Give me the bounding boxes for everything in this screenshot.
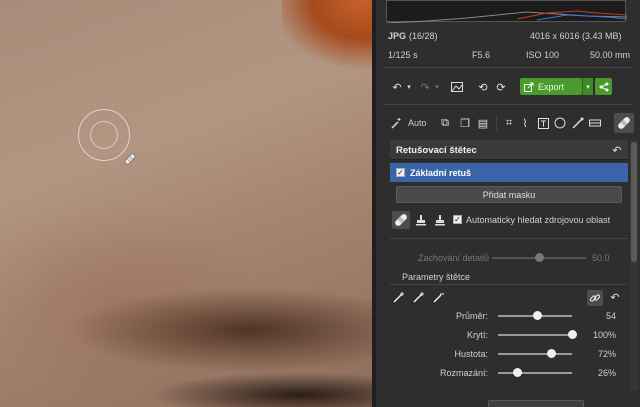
detail-value: 50.0: [592, 253, 610, 263]
param-slider-knob[interactable]: [567, 330, 577, 339]
param-slider-track[interactable]: [498, 334, 572, 336]
scrollbar-thumb[interactable]: [631, 142, 637, 262]
param-slider-track[interactable]: [498, 372, 572, 374]
param-value: 72%: [597, 349, 616, 359]
rotate-left-icon[interactable]: ⟲: [476, 80, 490, 94]
export-button[interactable]: Export: [520, 78, 582, 95]
reset-params-icon[interactable]: ↶: [608, 290, 622, 304]
bandage-icon: [395, 214, 407, 226]
retouch-brush-tool-button[interactable]: [614, 113, 634, 133]
param-value: 26%: [597, 368, 616, 378]
export-label: Export: [538, 81, 565, 92]
reset-tool-icon[interactable]: ↶: [610, 143, 624, 157]
add-mask-label: Přidat masku: [482, 189, 536, 200]
brush-params-title: Parametry štětce: [402, 272, 471, 282]
radial-filter-icon[interactable]: [553, 116, 567, 130]
basic-retouch-checkbox[interactable]: ✓: [396, 168, 405, 177]
export-dropdown-button[interactable]: ▾: [582, 78, 593, 95]
magic-wand-icon[interactable]: [390, 116, 404, 130]
aperture: F5.6: [472, 50, 491, 60]
share-button[interactable]: [595, 78, 612, 95]
param-slider-knob[interactable]: [546, 349, 556, 358]
side-panel: JPG (16/28) 4016 x 6016 (3.43 MB) 1/125 …: [372, 0, 640, 407]
param-label: Krytí:: [466, 330, 488, 340]
param-label: Průměr:: [455, 311, 488, 321]
bottom-action-button[interactable]: [488, 400, 584, 407]
iso: ISO 100: [526, 50, 560, 60]
compare-image-icon[interactable]: [450, 80, 464, 94]
param-label: Hustota:: [454, 349, 488, 359]
param-slider-track[interactable]: [498, 353, 572, 355]
app-window: JPG (16/28) 4016 x 6016 (3.43 MB) 1/125 …: [0, 0, 640, 407]
brush-tool-icon[interactable]: [571, 116, 585, 130]
param-value: 54: [605, 311, 616, 321]
param-label: Rozmazání:: [439, 368, 488, 378]
auto-source-label: Automaticky hledat zdrojovou oblast: [466, 215, 611, 225]
undo-menu-icon[interactable]: ▾: [402, 80, 416, 94]
clone-stamp-icon[interactable]: [414, 213, 428, 227]
divider: [390, 238, 628, 239]
focal-length: 50.00 mm: [590, 50, 631, 60]
copy-settings-icon[interactable]: ⧉: [438, 116, 452, 130]
brush-add-alt-icon[interactable]: [412, 290, 426, 304]
gradient-filter-icon[interactable]: [588, 116, 602, 130]
param-slider-knob[interactable]: [533, 311, 543, 320]
divider: [390, 284, 628, 285]
add-mask-button[interactable]: Přidat masku: [396, 186, 622, 203]
shutter-speed: 1/125 s: [388, 50, 418, 60]
crop-icon[interactable]: ⌗: [502, 116, 516, 130]
brush-erase-icon[interactable]: [432, 290, 446, 304]
perspective-icon[interactable]: ⌇: [518, 116, 532, 130]
file-dimensions: 4016 x 6016 (3.43 MB): [530, 31, 622, 41]
redo-menu-icon[interactable]: ▾: [430, 80, 444, 94]
paste-settings-icon[interactable]: ❐: [458, 116, 472, 130]
bandage-icon: [618, 117, 630, 129]
chevron-down-icon: ▾: [586, 83, 590, 91]
photo-hair-region: [282, 0, 372, 70]
tool-panel-title: Retušovací štětec: [396, 145, 477, 156]
photo-canvas[interactable]: [0, 0, 372, 407]
heal-mode-button[interactable]: [392, 211, 410, 229]
detail-label: Zachování detailů: [418, 253, 490, 263]
histogram-graph: [386, 10, 628, 24]
divider: [384, 104, 632, 105]
histogram: [386, 0, 628, 24]
reset-settings-icon[interactable]: ▤: [476, 116, 490, 130]
brush-add-icon[interactable]: [392, 290, 406, 304]
param-value: 100%: [592, 330, 616, 340]
param-slider-knob[interactable]: [512, 368, 522, 377]
brush-inner-circle: [90, 121, 118, 149]
file-index: (16/28): [409, 31, 438, 41]
auto-label[interactable]: Auto: [408, 118, 427, 128]
share-icon: [599, 82, 608, 91]
basic-retouch-label: Základní retuš: [410, 168, 472, 178]
link-icon[interactable]: [587, 290, 603, 306]
divider: [496, 115, 497, 131]
clone-source-icon[interactable]: [433, 213, 447, 227]
export-icon: [524, 82, 534, 92]
bandage-cursor-icon: [124, 153, 136, 165]
detail-slider-knob[interactable]: [534, 253, 544, 262]
file-format: JPG: [388, 31, 407, 41]
text-tool-icon[interactable]: [536, 116, 550, 130]
auto-source-checkbox[interactable]: ✓: [453, 215, 462, 224]
rotate-right-icon[interactable]: ⟳: [494, 80, 508, 94]
divider: [384, 67, 632, 68]
